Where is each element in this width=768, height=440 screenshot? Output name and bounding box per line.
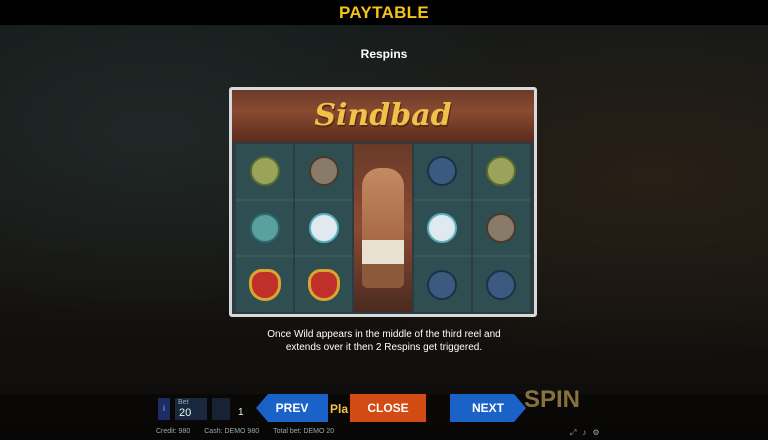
reel-3: [354, 144, 412, 312]
gem-symbol-icon: [236, 257, 294, 313]
spin-button[interactable]: SPIN: [524, 386, 580, 414]
reel-5: [472, 144, 530, 313]
fullscreen-icon[interactable]: ⤢: [570, 428, 576, 438]
scatter-symbol-icon: [295, 200, 353, 256]
crab-symbol-icon: [413, 144, 471, 199]
wild-symbol-icon: [361, 168, 404, 288]
info-icon[interactable]: i: [158, 398, 170, 420]
cash-label: Cash: DEMO 980: [204, 428, 260, 435]
next-button[interactable]: NEXT: [450, 394, 526, 422]
description-line-2: extends over it then 2 Respins get trigg…: [285, 342, 483, 353]
section-title: Respins: [360, 47, 408, 61]
status-line: Credit: 980 Cash: DEMO 980 Total bet: DE…: [156, 428, 334, 435]
coin-box[interactable]: [212, 398, 230, 420]
description-line-1: Once Wild appears in the middle of the t…: [267, 329, 501, 340]
crab-symbol-icon: [472, 257, 530, 313]
paytable-title: PAYTABLE: [339, 2, 429, 22]
crab-symbol-icon: [413, 257, 471, 313]
paytable-header: PAYTABLE: [0, 0, 768, 25]
reels-grid: [236, 144, 530, 313]
reel-2: [295, 144, 353, 313]
prev-button[interactable]: PREV: [256, 394, 328, 422]
reel-1: [236, 144, 294, 313]
credit-label: Credit: 980: [156, 428, 191, 435]
sound-icon[interactable]: ♪: [582, 428, 586, 438]
turtle-symbol-icon: [472, 200, 530, 256]
coin-value: 1: [238, 407, 244, 418]
coins-symbol-icon: [236, 144, 294, 199]
respins-description: Once Wild appears in the middle of the t…: [0, 328, 768, 354]
close-button[interactable]: CLOSE: [350, 394, 426, 422]
reel-4: [413, 144, 471, 313]
coins-symbol-icon: [472, 144, 530, 199]
gem-symbol-icon: [295, 257, 353, 313]
feather-symbol-icon: [236, 200, 294, 256]
sindbad-logo: Sindbad: [314, 98, 452, 133]
play-label: Pla: [330, 402, 349, 416]
bet-value: 20: [179, 407, 192, 419]
bet-label: Bet: [178, 399, 189, 406]
respins-preview-image: Sindbad: [229, 87, 537, 317]
settings-icon[interactable]: ⚙: [592, 428, 599, 438]
turtle-symbol-icon: [295, 144, 353, 199]
scatter-symbol-icon: [413, 200, 471, 256]
status-icons: ⤢ ♪ ⚙: [570, 428, 600, 438]
total-bet-label: Total bet: DEMO 20: [273, 428, 335, 435]
